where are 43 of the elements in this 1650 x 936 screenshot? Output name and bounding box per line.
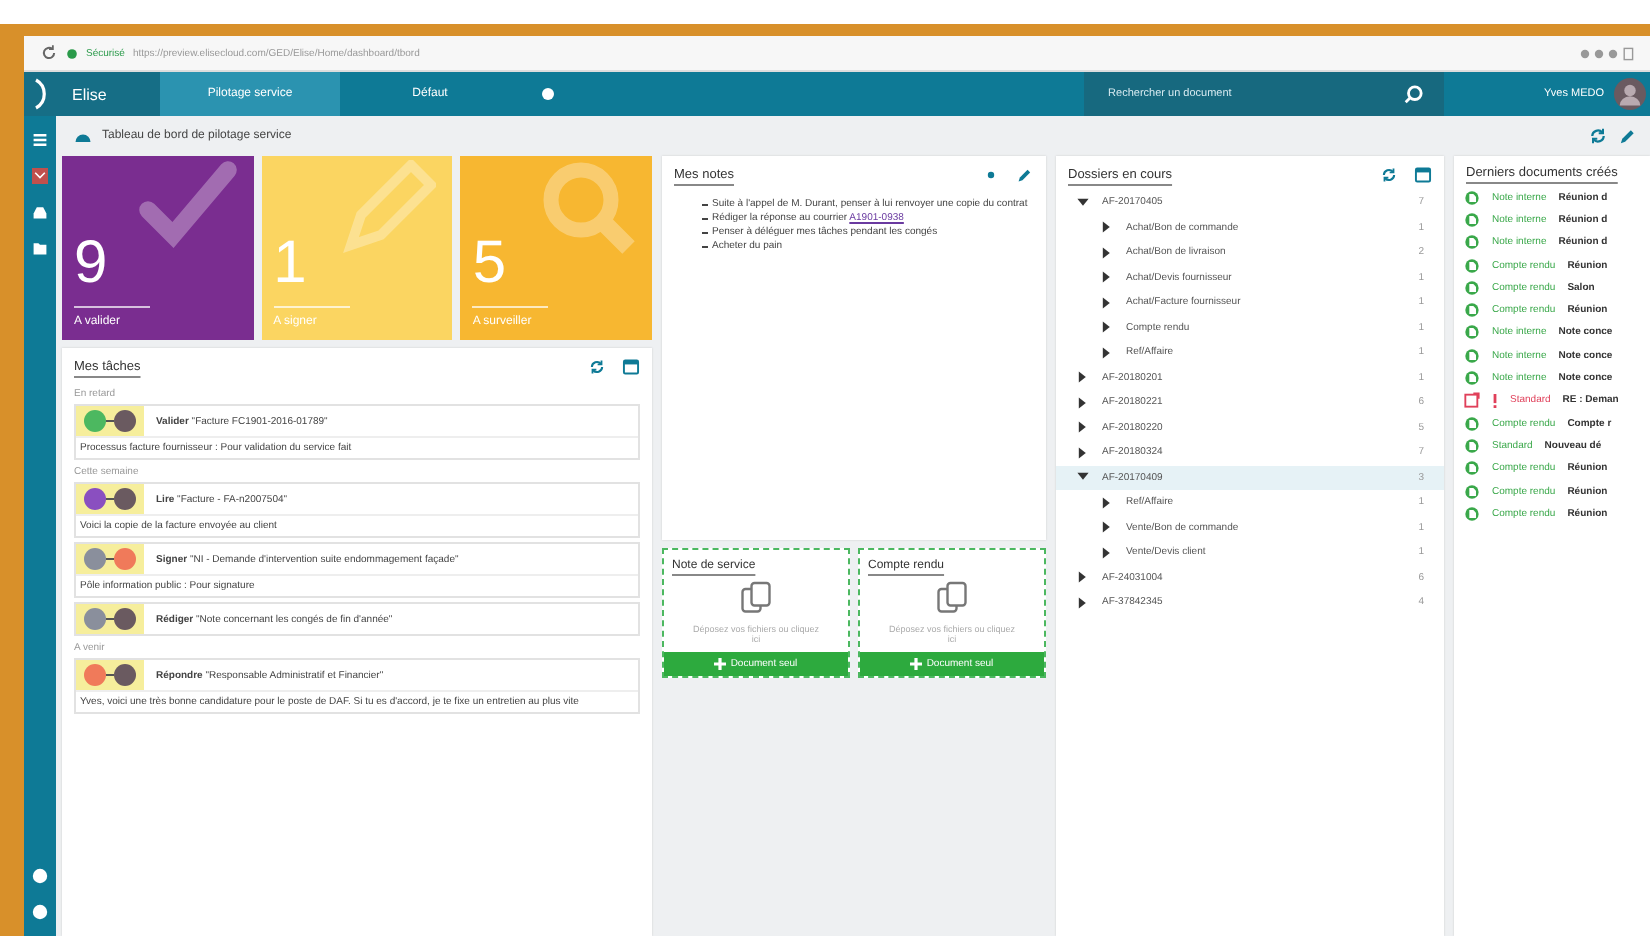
menu-icon[interactable] (32, 132, 48, 148)
document-icon (1464, 483, 1480, 499)
count: 1 (273, 234, 309, 294)
reload-icon[interactable] (40, 44, 58, 62)
count: 9 (74, 234, 110, 294)
refresh-icon[interactable] (588, 358, 606, 376)
extensions-icon[interactable] (1578, 45, 1634, 61)
avatar-icon[interactable] (1614, 78, 1646, 110)
document-icon (1464, 460, 1480, 477)
document-icon (1464, 189, 1480, 206)
search-icon[interactable] (1404, 84, 1425, 104)
caret-down-icon[interactable] (1076, 470, 1090, 485)
document-icon (1464, 347, 1480, 364)
edit-icon[interactable] (1016, 166, 1034, 184)
dot-icon[interactable] (982, 166, 1000, 184)
window-icon[interactable] (1414, 166, 1432, 184)
document-icon (1464, 370, 1480, 387)
caret-down-icon[interactable] (1076, 195, 1090, 210)
refresh-icon[interactable] (1380, 166, 1398, 184)
document-icon (1464, 302, 1480, 319)
folder-icon[interactable] (32, 240, 48, 256)
exclamation-icon (1492, 393, 1498, 408)
files-icon (738, 580, 774, 616)
document-icon (1464, 415, 1480, 432)
lock-icon (66, 47, 78, 59)
edit-icon[interactable] (1618, 126, 1638, 146)
plus-icon (910, 658, 923, 670)
app-name[interactable]: Elise (72, 85, 107, 103)
window-icon[interactable] (622, 358, 640, 376)
document-icon (1464, 324, 1480, 341)
external-document-icon (1464, 392, 1480, 409)
mail-icon[interactable] (32, 168, 48, 184)
refresh-icon[interactable] (1588, 126, 1608, 146)
document-icon (1464, 505, 1480, 522)
document-icon (1464, 257, 1480, 274)
plus-icon (714, 658, 727, 670)
files-icon (934, 580, 970, 616)
count: 5 (472, 234, 509, 294)
document-icon (1464, 234, 1480, 251)
inbox-icon[interactable] (32, 204, 48, 220)
document-icon (1464, 437, 1480, 454)
document-icon (1464, 211, 1480, 228)
document-icon (1464, 279, 1480, 296)
